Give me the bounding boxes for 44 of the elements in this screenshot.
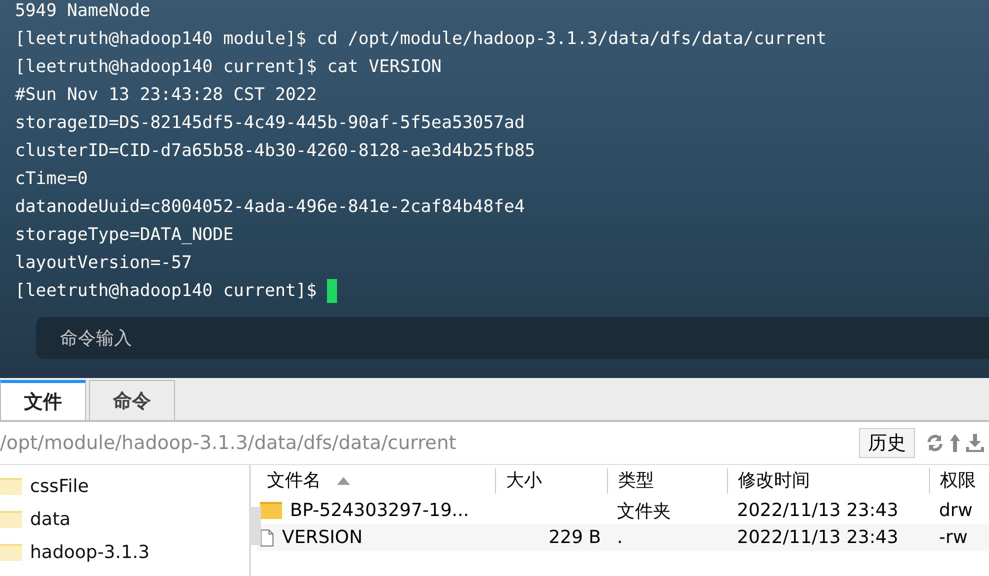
tab[interactable]: 文件	[0, 380, 86, 420]
tree-item[interactable]: cssFile	[0, 470, 249, 503]
type-cell-text: 文件夹	[616, 500, 672, 522]
download-icon[interactable]	[965, 433, 985, 453]
terminal-line: storageID=DS-82145df5-4c49-445b-90af-5f5ea53057ad	[15, 112, 525, 135]
folder-icon	[260, 502, 282, 519]
terminal-line: [leetruth@hadoop140 current]$	[15, 280, 318, 303]
terminal-line: #Sun Nov 13 23:43:28 CST 2022	[15, 84, 317, 107]
terminal-line: [leetruth@hadoop140 module]$ cd /opt/module/hadoop-3.1.3/data/dfs/data/current	[15, 28, 827, 51]
column-header[interactable]: 文件名	[257, 468, 495, 494]
modified-cell-text: 2022/11/13 23:43	[736, 527, 900, 548]
file-icon	[260, 528, 274, 546]
terminal-line: [leetruth@hadoop140 current]$ cat VERSION	[15, 56, 442, 79]
history-button[interactable]: 历史	[859, 428, 915, 458]
column-header[interactable]: 类型	[607, 468, 727, 494]
size-cell-text: 229 B	[548, 527, 602, 548]
text-cursor	[327, 279, 338, 303]
tree-item[interactable]: data	[0, 503, 249, 536]
column-header[interactable]: 权限	[929, 468, 989, 494]
scrollbar[interactable]	[249, 507, 261, 545]
permissions-cell-text: drw	[938, 500, 974, 521]
command-input-field[interactable]: 命令输入	[36, 317, 989, 359]
folder-icon	[0, 544, 22, 561]
column-header[interactable]: 修改时间	[727, 468, 929, 494]
terminal-line: 5949 NameNode	[15, 0, 150, 23]
folder-icon	[0, 478, 22, 495]
column-header[interactable]: 大小	[495, 468, 607, 494]
type-cell-text: .	[616, 527, 624, 548]
up-arrow-icon[interactable]	[949, 433, 961, 453]
permissions-cell-text: -rw	[938, 527, 969, 548]
tree-item[interactable]: hadoop-3.1.3	[0, 536, 249, 569]
sort-ascending-icon	[337, 477, 350, 485]
modified-cell-text: 2022/11/13 23:43	[736, 500, 900, 521]
refresh-icon[interactable]	[925, 433, 945, 453]
terminal-line: clusterID=CID-d7a65b58-4b30-4260-8128-ae3d4b25fb85	[15, 140, 536, 163]
terminal-line: cTime=0	[15, 168, 88, 191]
tab[interactable]: 命令	[89, 380, 175, 420]
path-field[interactable]: /opt/module/hadoop-3.1.3/data/dfs/data/current	[0, 432, 859, 454]
terminal-line: layoutVersion=-57	[15, 252, 192, 275]
terminal-line: datanodeUuid=c8004052-4ada-496e-841e-2caf84b48fe4	[15, 196, 525, 219]
file-name-cell[interactable]: BP-524303297-19...	[257, 500, 495, 521]
terminal-line: storageType=DATA_NODE	[15, 224, 234, 247]
folder-icon	[0, 511, 22, 528]
file-name-cell[interactable]: VERSION	[257, 527, 495, 548]
